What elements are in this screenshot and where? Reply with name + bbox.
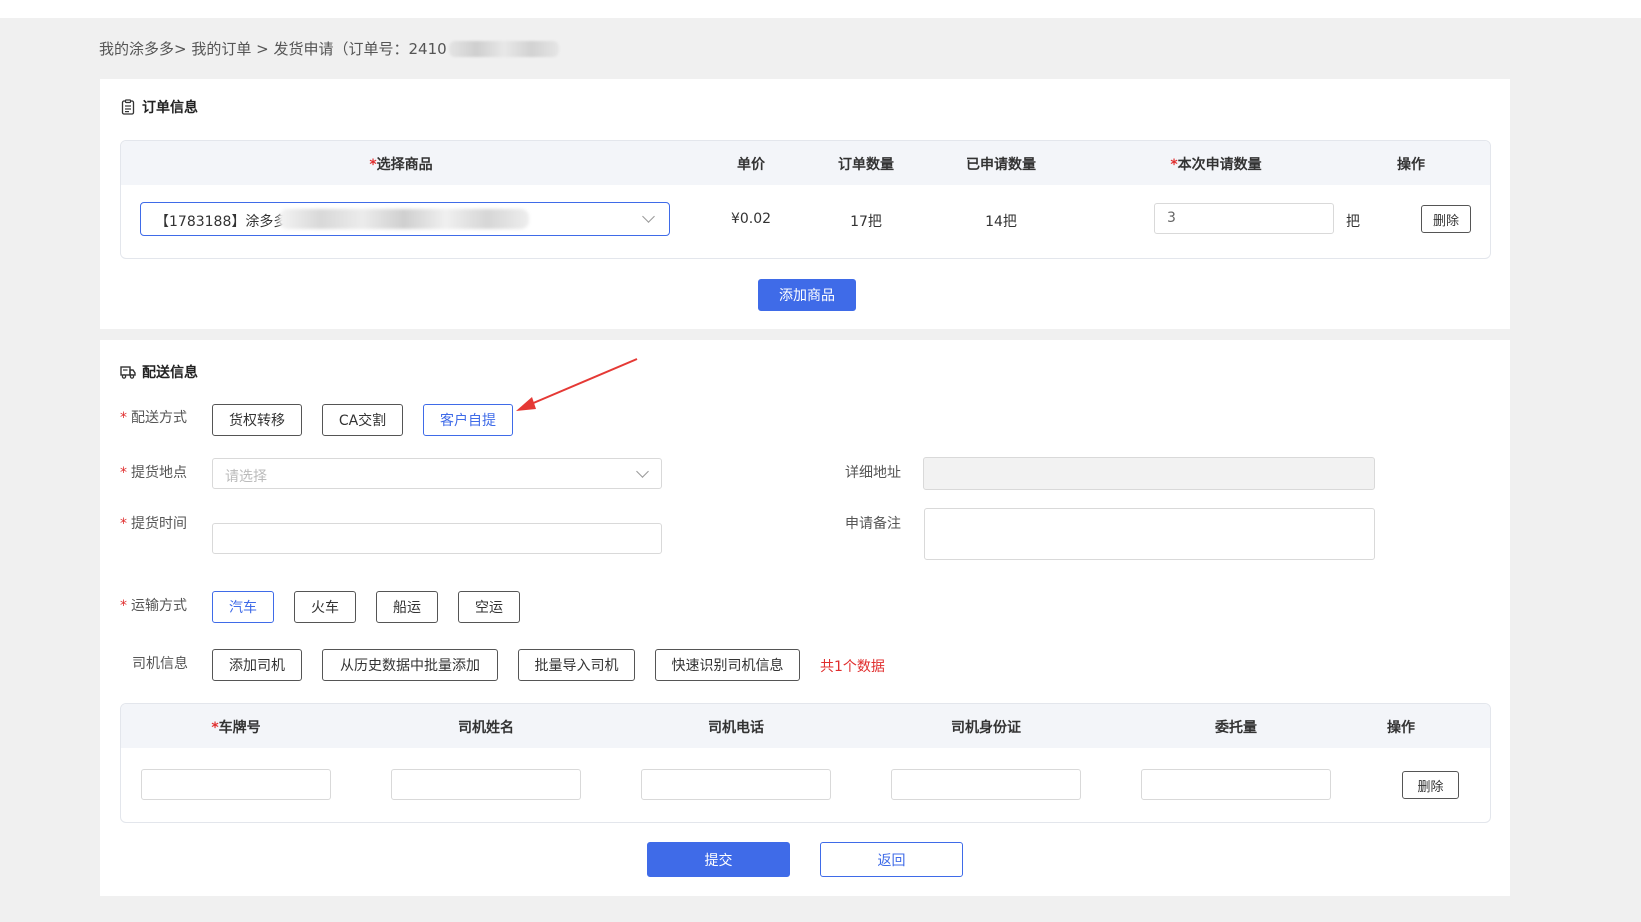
delivery-info-title-text: 配送信息 <box>142 365 198 381</box>
col-order-qty: 订单数量 <box>838 157 894 173</box>
truck-icon <box>120 366 136 379</box>
order-info-panel: 订单信息 *选择商品 单价 订单数量 已申请数量 *本次申请数量 操作 【178… <box>100 79 1510 329</box>
product-select[interactable]: 【1783188】涂多多 <box>140 202 670 236</box>
driver-name-input[interactable] <box>391 769 581 800</box>
delete-product-button[interactable]: 删除 <box>1421 205 1471 233</box>
product-select-value: 【1783188】涂多多 <box>155 214 288 230</box>
add-product-button[interactable]: 添加商品 <box>758 279 856 311</box>
col-product: *选择商品 <box>369 157 433 173</box>
col-driver-id: 司机身份证 <box>951 720 1021 736</box>
detail-address-label: 详细地址 <box>845 465 901 481</box>
pickup-time-label: * 提货时间 <box>120 516 187 532</box>
breadcrumb: 我的涂多多> 我的订单 > 发货申请（订单号：2410 <box>99 38 559 59</box>
transport-label: * 运输方式 <box>120 598 187 614</box>
top-strip <box>0 0 1641 18</box>
unit-price-value: ¥0.02 <box>730 211 772 227</box>
order-qty-value: 17把 <box>850 214 882 230</box>
qty-unit: 把 <box>1346 214 1360 230</box>
back-button[interactable]: 返回 <box>820 842 963 877</box>
pickup-location-select[interactable]: 请选择 <box>212 458 662 489</box>
quick-recognize-driver-button[interactable]: 快速识别司机信息 <box>655 649 800 681</box>
col-driver-name: 司机姓名 <box>458 720 514 736</box>
batch-add-history-button[interactable]: 从历史数据中批量添加 <box>322 649 498 681</box>
detail-address-input[interactable] <box>923 457 1375 490</box>
remark-label: 申请备注 <box>845 516 901 532</box>
col-driver-action: 操作 <box>1387 720 1415 736</box>
delivery-info-panel: 配送信息 * 配送方式 货权转移 CA交割 客户自提 * 提货地点 请选择 详细地址… <box>100 340 1510 896</box>
col-unit-price: 单价 <box>737 157 765 173</box>
method-self-pickup-button[interactable]: 客户自提 <box>423 404 513 436</box>
col-plate: *车牌号 <box>211 720 261 736</box>
breadcrumb-my-tuduoduo[interactable]: 我的涂多多> <box>99 40 187 58</box>
col-action: 操作 <box>1397 157 1425 173</box>
amount-input[interactable] <box>1141 769 1331 800</box>
col-applied-qty: 已申请数量 <box>966 157 1036 173</box>
add-driver-button[interactable]: 添加司机 <box>212 649 302 681</box>
driver-table-header: *车牌号 司机姓名 司机电话 司机身份证 委托量 操作 <box>121 704 1490 748</box>
annotation-arrow-icon <box>516 358 638 411</box>
breadcrumb-my-orders[interactable]: 我的订单 <box>191 40 251 58</box>
pickup-location-placeholder: 请选择 <box>225 469 267 485</box>
clipboard-icon <box>121 99 135 115</box>
driver-phone-input[interactable] <box>641 769 831 800</box>
col-amount: 委托量 <box>1215 720 1257 736</box>
transport-air-button[interactable]: 空运 <box>458 591 520 623</box>
method-cargo-transfer-button[interactable]: 货权转移 <box>212 404 302 436</box>
transport-ship-button[interactable]: 船运 <box>376 591 438 623</box>
submit-button[interactable]: 提交 <box>647 842 790 877</box>
chevron-down-icon <box>636 465 649 478</box>
redacted-product-name <box>279 209 529 229</box>
delivery-info-title: 配送信息 <box>120 362 198 382</box>
batch-import-driver-button[interactable]: 批量导入司机 <box>518 649 635 681</box>
col-this-qty: *本次申请数量 <box>1170 157 1262 173</box>
breadcrumb-current: 发货申请（订单号：2410 <box>273 40 447 58</box>
applied-qty-value: 14把 <box>985 214 1017 230</box>
redacted-order-number <box>448 41 559 57</box>
breadcrumb-separator: > <box>256 40 269 58</box>
pickup-time-input[interactable] <box>212 523 662 554</box>
chevron-down-icon <box>642 210 655 223</box>
order-info-title: 订单信息 <box>120 97 198 117</box>
delete-driver-button[interactable]: 删除 <box>1402 771 1459 799</box>
method-ca-delivery-button[interactable]: CA交割 <box>322 404 403 436</box>
plate-input[interactable] <box>141 769 331 800</box>
driver-count: 共1个数据 <box>820 659 885 675</box>
col-driver-phone: 司机电话 <box>708 720 764 736</box>
driver-id-input[interactable] <box>891 769 1081 800</box>
pickup-location-label: * 提货地点 <box>120 465 187 481</box>
driver-table: *车牌号 司机姓名 司机电话 司机身份证 委托量 操作 删除 <box>120 703 1491 823</box>
transport-truck-button[interactable]: 汽车 <box>212 591 274 623</box>
remark-textarea[interactable] <box>924 508 1375 560</box>
transport-train-button[interactable]: 火车 <box>294 591 356 623</box>
driver-info-label: 司机信息 <box>132 656 188 672</box>
delivery-method-label: * 配送方式 <box>120 410 187 426</box>
this-qty-input[interactable]: 3 <box>1154 203 1334 234</box>
order-info-title-text: 订单信息 <box>142 100 198 116</box>
order-table-header: *选择商品 单价 订单数量 已申请数量 *本次申请数量 操作 <box>121 141 1490 185</box>
order-table: *选择商品 单价 订单数量 已申请数量 *本次申请数量 操作 【1783188】… <box>120 140 1491 259</box>
